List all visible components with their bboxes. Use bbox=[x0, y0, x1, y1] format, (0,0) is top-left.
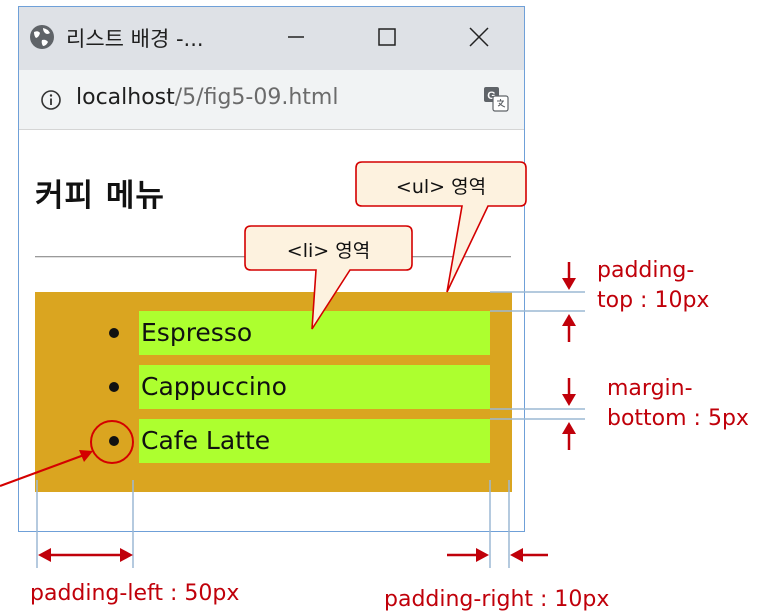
li-callout-label: <li> 영역 bbox=[286, 240, 371, 262]
bullet-highlight-circle bbox=[90, 420, 134, 464]
padding-top-arrows bbox=[562, 262, 576, 342]
ul-callout-label: <ul> 영역 bbox=[395, 176, 487, 198]
margin-bottom-arrows bbox=[562, 378, 576, 450]
bullet-pointer-arrow bbox=[0, 450, 93, 487]
margin-bottom-label-line1: margin- bbox=[607, 376, 693, 401]
padding-top-label-line2: top : 10px bbox=[597, 288, 710, 313]
padding-left-label: padding-left : 50px bbox=[30, 581, 240, 606]
padding-right-label: padding-right : 10px bbox=[384, 587, 610, 612]
padding-top-label-line1: padding- bbox=[597, 258, 695, 283]
padding-right-arrows bbox=[447, 548, 548, 562]
padding-left-arrow bbox=[38, 548, 133, 562]
margin-bottom-label-line2: bottom : 5px bbox=[607, 406, 749, 431]
guide-lines bbox=[36, 291, 585, 568]
